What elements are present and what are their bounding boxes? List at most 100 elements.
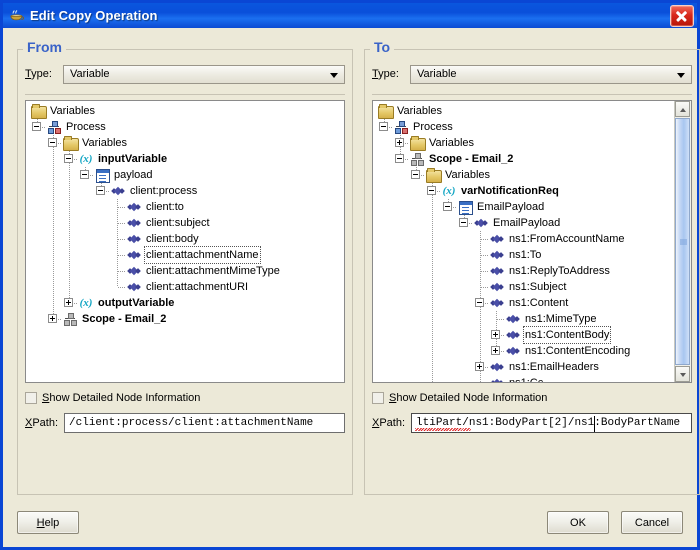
tree-node[interactable]: client:attachmentMimeType	[26, 263, 344, 279]
to-detail-checkbox[interactable]	[372, 392, 384, 404]
tree-toggle-plus-icon[interactable]	[48, 314, 57, 323]
tree-node[interactable]: client:attachmentURI	[26, 279, 344, 295]
chevron-down-icon	[330, 72, 338, 78]
tree-node[interactable]: ns1:ContentEncoding	[373, 343, 675, 359]
tree-node[interactable]: client:subject	[26, 215, 344, 231]
to-tree-panel[interactable]: Variables Process Variables Scope - Email_2…	[372, 100, 692, 383]
tree-node-label: client:attachmentMimeType	[146, 265, 280, 277]
tree-gutter	[26, 231, 126, 247]
tree-node-label: ns1:ReplyToAddress	[509, 265, 610, 277]
tree-node-label: inputVariable	[98, 153, 168, 165]
tree-node[interactable]: Variables	[26, 103, 344, 119]
tree-gutter	[373, 279, 489, 295]
tree-node-label: client:attachmentName	[144, 246, 261, 264]
from-tree[interactable]: Variables Process Variables (x) inputVariabl…	[26, 103, 344, 327]
tree-guide	[53, 231, 54, 247]
tree-toggle-minus-icon[interactable]	[379, 122, 388, 131]
tree-node[interactable]: EmailPayload	[373, 215, 675, 231]
to-xpath-input[interactable]: ltiPart/ns1:BodyPart[2]/ns1:BodyPartName	[411, 413, 692, 433]
tree-gutter	[373, 199, 457, 215]
tree-node[interactable]: client:to	[26, 199, 344, 215]
tree-gutter	[26, 247, 126, 263]
tree-gutter	[373, 167, 425, 183]
tree-node-label: client:to	[146, 201, 184, 213]
process-icon	[46, 119, 62, 135]
tree-node-label: Variables	[82, 137, 128, 149]
scroll-down-icon[interactable]	[675, 366, 690, 382]
tree-toggle-plus-icon[interactable]	[64, 298, 73, 307]
tree-guide	[69, 183, 70, 199]
tree-node[interactable]: client:attachmentName	[26, 246, 344, 264]
to-tree-scrollbar[interactable]	[674, 101, 691, 382]
element-icon	[473, 215, 489, 231]
tree-toggle-minus-icon[interactable]	[96, 186, 105, 195]
from-xpath-input[interactable]: /client:process/client:attachmentName	[64, 413, 345, 433]
tree-node[interactable]: ns1:MimeType	[373, 311, 675, 327]
tree-guide	[53, 263, 54, 279]
tree-node[interactable]: Variables	[26, 135, 344, 151]
tree-toggle-plus-icon[interactable]	[395, 138, 404, 147]
help-button-label: Help	[36, 516, 60, 529]
from-divider	[25, 94, 345, 95]
tree-node[interactable]: Scope - Email_2	[373, 151, 675, 167]
tree-gutter	[26, 263, 126, 279]
tree-guide	[432, 215, 433, 231]
tree-node[interactable]: payload	[26, 167, 344, 183]
tree-guide	[432, 247, 433, 263]
tree-toggle-minus-icon[interactable]	[48, 138, 57, 147]
to-type-combo[interactable]: Variable	[410, 64, 692, 84]
tree-elbow	[118, 271, 126, 272]
tree-toggle-plus-icon[interactable]	[475, 362, 484, 371]
tree-toggle-plus-icon[interactable]	[491, 330, 500, 339]
scrollbar-thumb[interactable]	[675, 118, 690, 365]
from-type-combo[interactable]: Variable	[63, 64, 345, 84]
tree-node[interactable]: (x) inputVariable	[26, 151, 344, 167]
tree-toggle-minus-icon[interactable]	[395, 154, 404, 163]
tree-elbow	[118, 239, 126, 240]
tree-guide	[53, 215, 54, 231]
tree-toggle-minus-icon[interactable]	[443, 202, 452, 211]
ok-button[interactable]: OK	[547, 511, 609, 534]
tree-node[interactable]: Process	[373, 119, 675, 135]
tree-node[interactable]: Scope - Email_2	[26, 311, 344, 327]
tree-node[interactable]: ns1:FromAccountName	[373, 231, 675, 247]
tree-node[interactable]: client:process	[26, 183, 344, 199]
to-detail-checkbox-row[interactable]: Show Detailed Node Information	[372, 390, 547, 406]
tree-node[interactable]: Variables	[373, 103, 675, 119]
from-tree-panel[interactable]: Variables Process Variables (x) inputVariabl…	[25, 100, 345, 383]
tree-node[interactable]: Variables	[373, 135, 675, 151]
tree-node[interactable]: EmailPayload	[373, 199, 675, 215]
tree-toggle-minus-icon[interactable]	[459, 218, 468, 227]
tree-toggle-minus-icon[interactable]	[427, 186, 436, 195]
tree-node[interactable]: ns1:EmailHeaders	[373, 359, 675, 375]
element-icon	[505, 327, 521, 343]
scroll-up-icon[interactable]	[675, 101, 690, 117]
element-icon	[110, 183, 126, 199]
from-detail-checkbox[interactable]	[25, 392, 37, 404]
close-icon[interactable]	[670, 4, 694, 27]
tree-node[interactable]: ns1:ReplyToAddress	[373, 263, 675, 279]
tree-node[interactable]: (x) varNotificationReq	[373, 183, 675, 199]
to-tree[interactable]: Variables Process Variables Scope - Email_2…	[373, 103, 675, 382]
tree-gutter	[26, 311, 62, 327]
tree-node[interactable]: Variables	[373, 167, 675, 183]
tree-node[interactable]: Process	[26, 119, 344, 135]
tree-node[interactable]: client:body	[26, 231, 344, 247]
from-detail-checkbox-row[interactable]: Show Detailed Node Information	[25, 390, 200, 406]
tree-node[interactable]: ns1:Subject	[373, 279, 675, 295]
tree-toggle-minus-icon[interactable]	[475, 298, 484, 307]
help-button[interactable]: Help	[17, 511, 79, 534]
cancel-button[interactable]: Cancel	[621, 511, 683, 534]
tree-toggle-minus-icon[interactable]	[64, 154, 73, 163]
tree-node[interactable]: ns1:To	[373, 247, 675, 263]
from-type-row: Type: Variable	[25, 64, 345, 84]
tree-node[interactable]: ns1:Cc	[373, 375, 675, 382]
tree-toggle-minus-icon[interactable]	[80, 170, 89, 179]
tree-toggle-minus-icon[interactable]	[411, 170, 420, 179]
tree-toggle-minus-icon[interactable]	[32, 122, 41, 131]
tree-node[interactable]: ns1:Content	[373, 295, 675, 311]
tree-node[interactable]: (x) outputVariable	[26, 295, 344, 311]
tree-toggle-plus-icon[interactable]	[491, 346, 500, 355]
scope-icon	[409, 151, 425, 167]
tree-node[interactable]: ns1:ContentBody	[373, 326, 675, 344]
